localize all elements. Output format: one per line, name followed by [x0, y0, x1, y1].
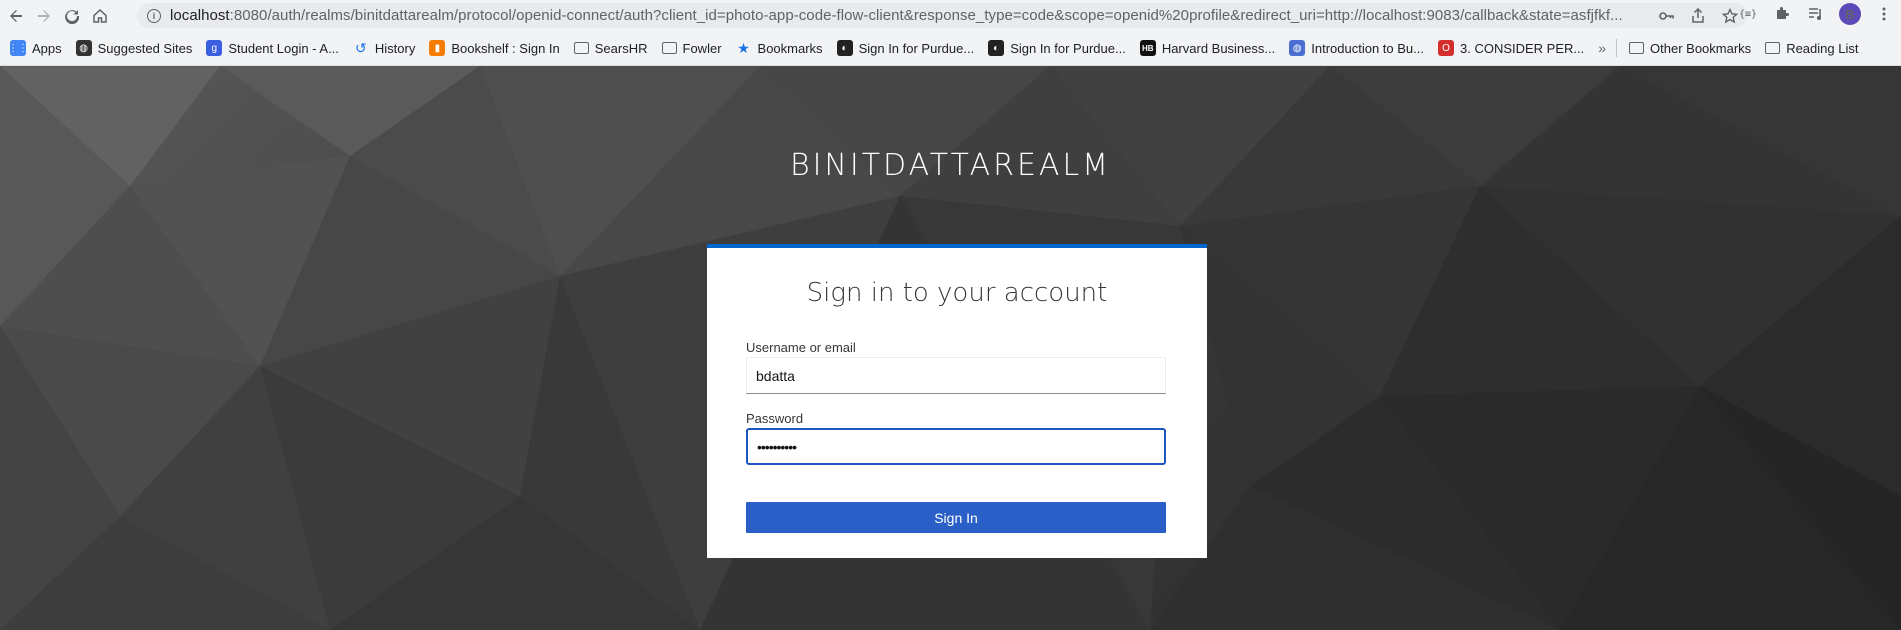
share-icon[interactable]: [1689, 7, 1707, 25]
bookmark-item[interactable]: ◐ Sign In for Purdue...: [836, 40, 975, 56]
browser-menu-icon[interactable]: [1873, 3, 1895, 25]
username-label: Username or email: [746, 340, 856, 355]
profile-avatar[interactable]: B: [1839, 3, 1861, 25]
bookmark-label: Suggested Sites: [97, 40, 193, 56]
bookmarks-divider: [1616, 39, 1618, 57]
folder-icon: [1629, 42, 1645, 54]
address-bar[interactable]: i localhost:8080/auth/realms/binitdattar…: [137, 3, 1747, 28]
bookmark-label: SearsHR: [594, 40, 648, 56]
purdue-icon: ◐: [988, 40, 1005, 56]
login-card: Sign in to your account Username or emai…: [707, 244, 1207, 558]
bookmark-item[interactable]: O 3. CONSIDER PER...: [1437, 40, 1585, 56]
bookmark-item[interactable]: ★ Bookmarks: [736, 39, 823, 56]
bookmark-item[interactable]: ⋮⋮ Apps: [8, 40, 62, 56]
url-text: localhost:8080/auth/realms/binitdattarea…: [170, 7, 1623, 24]
username-field[interactable]: bdatta: [746, 357, 1166, 394]
bookmark-item[interactable]: ◍ Introduction to Bu...: [1289, 40, 1424, 56]
browser-toolbar: i localhost:8080/auth/realms/binitdattar…: [0, 0, 1901, 31]
password-field[interactable]: ••••••••••: [746, 428, 1166, 465]
folder-icon: [573, 42, 589, 54]
media-control-icon[interactable]: [1805, 3, 1827, 25]
globe-icon: ◍: [1289, 40, 1306, 56]
bookmark-item[interactable]: SearsHR: [573, 40, 648, 56]
bookmark-label: History: [374, 40, 416, 56]
bookmark-label: Other Bookmarks: [1650, 40, 1752, 56]
bookmark-label: Harvard Business...: [1161, 40, 1276, 56]
bookmark-label: Sign In for Purdue...: [858, 40, 975, 56]
bookmark-label: Sign In for Purdue...: [1010, 40, 1126, 56]
apps-grid-icon: ⋮⋮: [8, 40, 28, 56]
bookmark-label: Introduction to Bu...: [1311, 40, 1424, 56]
bookmark-label: Bookmarks: [757, 40, 823, 56]
bookmark-item[interactable]: ▮ Bookshelf : Sign In: [429, 40, 560, 56]
bookshelf-icon: ▮: [429, 40, 446, 56]
login-heading: Sign in to your account: [806, 278, 1108, 308]
sign-in-button[interactable]: Sign In: [746, 502, 1166, 533]
bookmark-label: Bookshelf : Sign In: [451, 40, 560, 56]
bookmark-label: Student Login - A...: [228, 40, 339, 56]
extensions-puzzle-icon[interactable]: [1771, 3, 1793, 25]
key-icon[interactable]: [1657, 7, 1675, 25]
history-icon: ↺: [355, 39, 367, 56]
bookmark-label: Apps: [32, 40, 62, 56]
bookmark-item[interactable]: HB Harvard Business...: [1139, 40, 1276, 56]
bookmark-item[interactable]: Fowler: [661, 40, 722, 56]
password-label: Password: [746, 411, 804, 426]
site-info-icon[interactable]: i: [147, 8, 161, 23]
realm-title: BINITDATTAREALM: [789, 148, 1112, 183]
o-icon: O: [1437, 40, 1454, 56]
g-icon: g: [206, 40, 223, 56]
bookmark-item[interactable]: ◍ Suggested Sites: [75, 40, 193, 56]
bookmark-item[interactable]: ◐ Sign In for Purdue...: [988, 40, 1126, 56]
star-icon: ★: [737, 39, 750, 56]
bookmarks-bar: ⋮⋮ Apps ◍ Suggested Sites g Student Login - A…: [0, 31, 1901, 66]
back-icon[interactable]: [4, 4, 28, 28]
folder-icon: [661, 42, 677, 54]
bookmark-label: Reading List: [1786, 40, 1859, 56]
reading-list-icon: [1765, 42, 1781, 54]
reload-icon[interactable]: [60, 4, 84, 28]
extension-json-icon[interactable]: {≡}: [1737, 3, 1759, 25]
globe-icon: ◍: [75, 40, 92, 56]
bookmark-item[interactable]: g Student Login - A...: [206, 40, 339, 56]
bookmark-item[interactable]: ↺ History: [353, 40, 415, 56]
bookmark-item[interactable]: Reading List: [1765, 41, 1858, 56]
bookmarks-overflow-icon[interactable]: »: [1598, 40, 1606, 56]
forward-icon[interactable]: [32, 4, 56, 28]
bookmark-label: 3. CONSIDER PER...: [1459, 40, 1585, 56]
bookmark-item[interactable]: Other Bookmarks: [1629, 41, 1751, 56]
login-page: BINITDATTAREALM Sign in to your account …: [0, 66, 1901, 630]
home-icon[interactable]: [88, 4, 112, 28]
hb-icon: HB: [1139, 40, 1156, 56]
bookmark-label: Fowler: [682, 40, 722, 56]
purdue-icon: ◐: [836, 40, 853, 56]
